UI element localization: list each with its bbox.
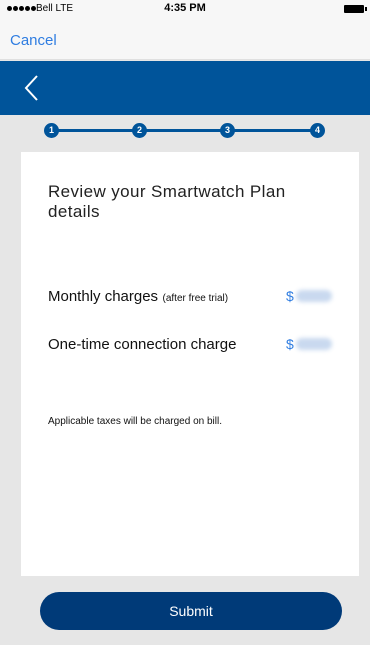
plan-review-card: Review your Smartwatch Plan details Mont… [21,152,359,576]
nav-bar [0,61,370,115]
monthly-charges-row: Monthly charges (after free trial) $ [48,288,348,308]
monthly-charges-price: $ [286,288,332,304]
blurred-amount [295,290,332,302]
blurred-amount [295,338,332,350]
connection-charge-row: One-time connection charge $ [48,336,348,356]
monthly-currency: $ [286,288,294,304]
battery-icon [344,5,367,13]
back-button[interactable] [22,73,48,103]
page-title: Review your Smartwatch Plan details [48,182,286,221]
monthly-charges-label: Monthly charges [48,288,159,305]
chevron-left-icon [24,75,38,101]
step-1: 1 [44,123,59,138]
progress-stepper: 1 2 3 4 [44,122,328,140]
cancel-button[interactable]: Cancel [10,32,57,49]
status-bar: Bell LTE 4:35 PM [0,0,370,18]
status-time: 4:35 PM [164,2,206,14]
step-4: 4 [310,123,325,138]
connection-currency: $ [286,336,294,352]
submit-button[interactable]: Submit [40,592,342,630]
step-2: 2 [132,123,147,138]
taxes-note: Applicable taxes will be charged on bill… [48,416,222,427]
connection-charge-price: $ [286,336,332,352]
connection-charge-label: One-time connection charge [48,336,237,353]
screen: Bell LTE 4:35 PM Cancel 1 2 3 4 Review y… [0,0,370,645]
browser-chrome: Bell LTE 4:35 PM Cancel [0,0,370,60]
monthly-charges-note: (after free trial) [162,293,229,304]
stepper-line [52,129,320,132]
step-3: 3 [220,123,235,138]
